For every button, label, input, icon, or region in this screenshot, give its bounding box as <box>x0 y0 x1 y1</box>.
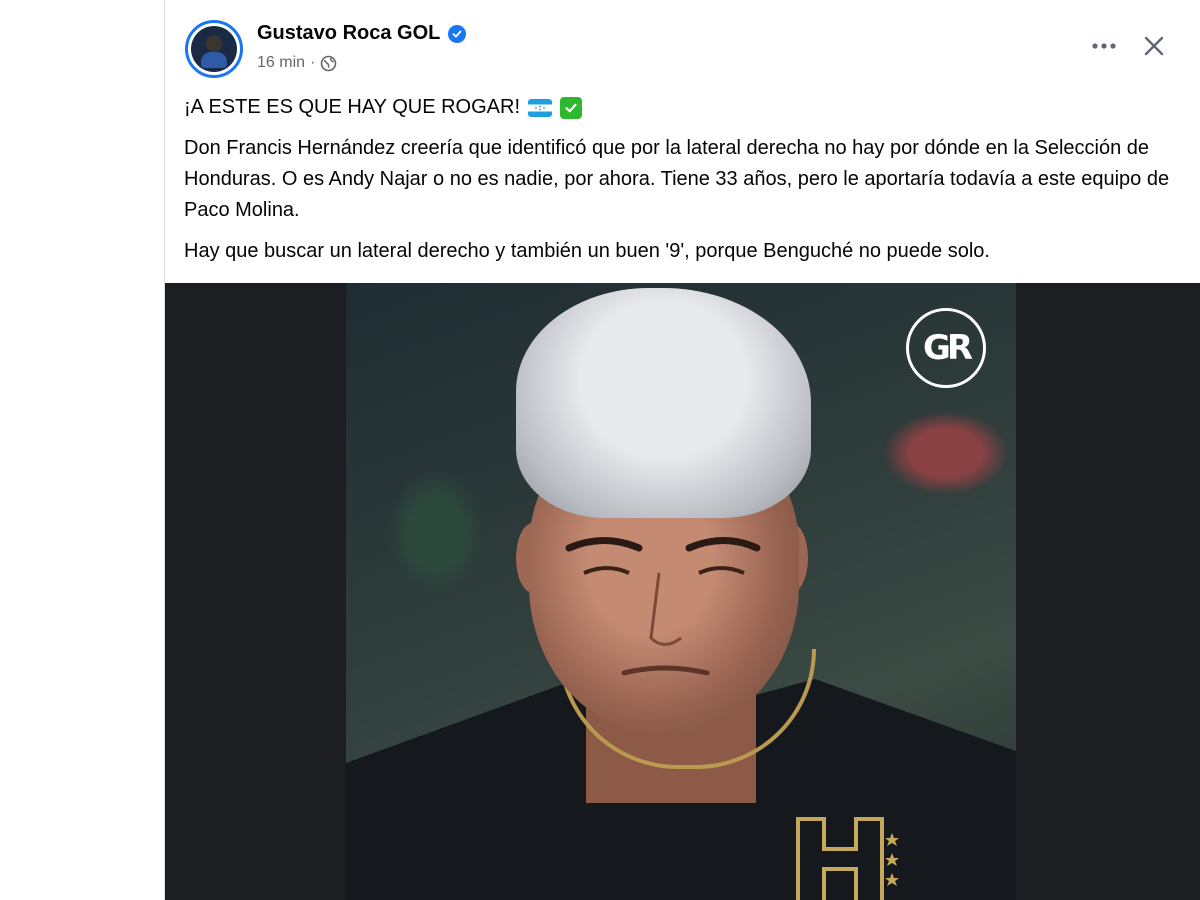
more-options-button[interactable] <box>1086 30 1122 62</box>
player-hair <box>516 288 811 518</box>
post-text: ¡A ESTE ES QUE HAY QUE ROGAR! Don Franci… <box>184 92 1174 277</box>
close-icon <box>1144 36 1164 56</box>
honduras-crest <box>790 813 902 900</box>
post-paragraph-2: Hay que buscar un lateral derecho y tamb… <box>184 240 990 262</box>
meta-separator: · <box>310 54 316 71</box>
post-media[interactable]: GR <box>165 283 1200 900</box>
close-button[interactable] <box>1136 28 1172 64</box>
post-headline: ¡A ESTE ES QUE HAY QUE ROGAR! <box>184 96 521 118</box>
post-timestamp[interactable]: 16 min <box>257 54 305 72</box>
post-meta: 16 min · <box>257 54 337 72</box>
post-headline-line: ¡A ESTE ES QUE HAY QUE ROGAR! <box>184 92 1174 123</box>
more-horizontal-icon <box>1092 43 1116 49</box>
author-name[interactable]: Gustavo Roca GOL <box>257 22 440 45</box>
gr-watermark-logo: GR <box>906 308 986 388</box>
post-paragraph-1: Don Francis Hernández creería que identi… <box>184 137 1170 221</box>
post-header: Gustavo Roca GOL 16 min · <box>165 0 1200 90</box>
check-mark-icon <box>560 96 583 119</box>
left-rail <box>0 0 164 900</box>
post-card: Gustavo Roca GOL 16 min · ¡A ESTE ES QUE… <box>164 0 1200 900</box>
author-row: Gustavo Roca GOL <box>257 22 467 45</box>
verified-badge-icon <box>448 24 467 43</box>
author-avatar[interactable] <box>185 20 243 78</box>
globe-icon[interactable] <box>320 55 337 72</box>
player-photo[interactable]: GR <box>346 283 1016 900</box>
avatar-image <box>191 26 237 72</box>
honduras-flag-icon <box>528 98 553 117</box>
